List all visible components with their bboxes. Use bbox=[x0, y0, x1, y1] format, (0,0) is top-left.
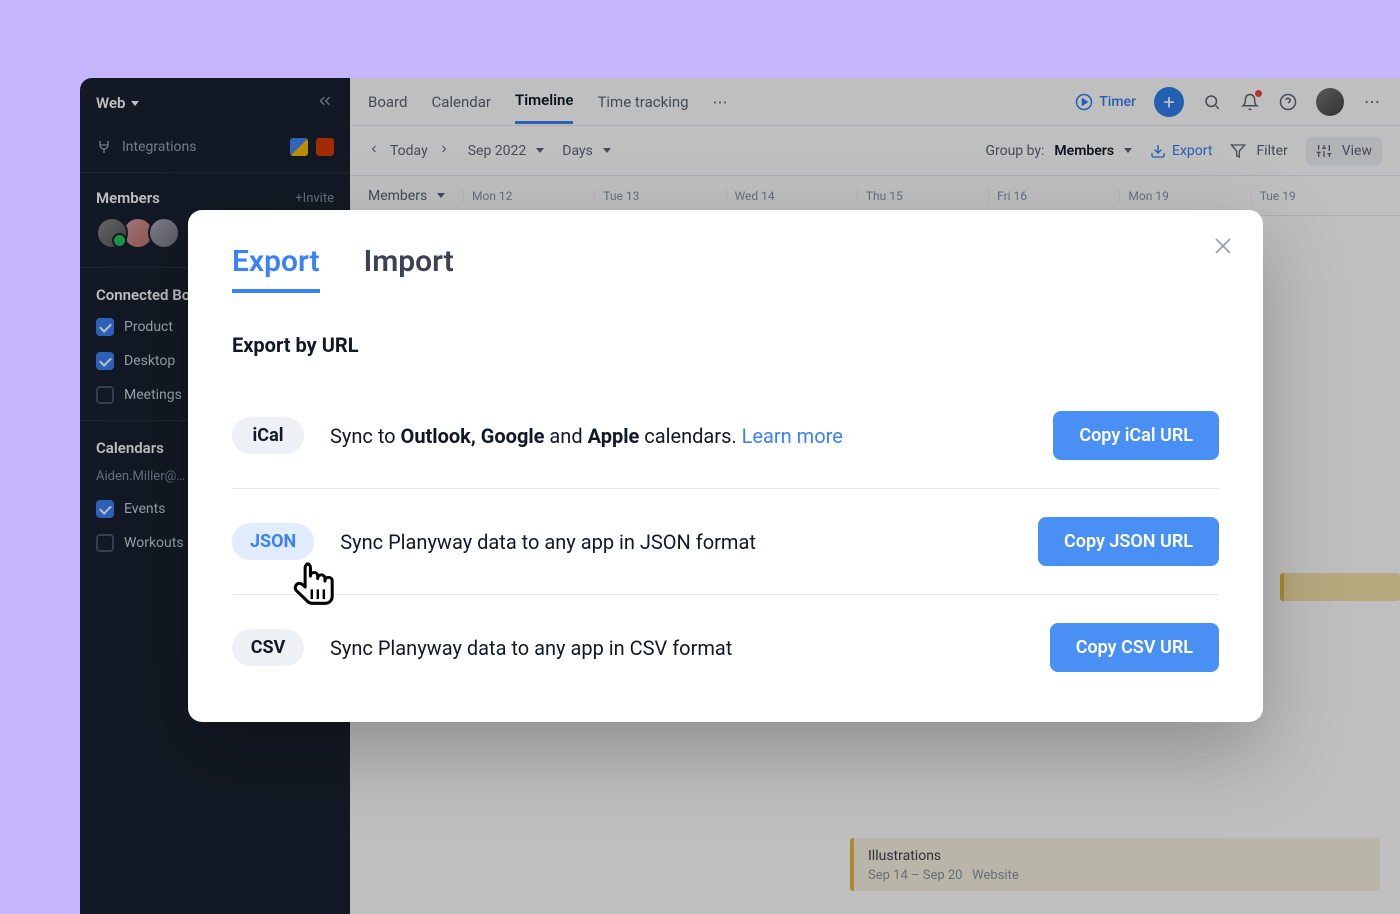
csv-description: Sync Planyway data to any app in CSV for… bbox=[330, 636, 1024, 660]
export-row-csv: CSV Sync Planyway data to any app in CSV… bbox=[232, 595, 1219, 672]
modal-tab-import[interactable]: Import bbox=[364, 244, 454, 293]
export-subtitle: Export by URL bbox=[232, 333, 1219, 357]
modal-tabs: Export Import bbox=[232, 244, 1219, 293]
json-description: Sync Planyway data to any app in JSON fo… bbox=[340, 530, 1012, 554]
copy-json-url-button[interactable]: Copy JSON URL bbox=[1038, 517, 1219, 566]
copy-ical-url-button[interactable]: Copy iCal URL bbox=[1053, 411, 1219, 460]
learn-more-link[interactable]: Learn more bbox=[742, 424, 843, 448]
csv-badge: CSV bbox=[232, 629, 304, 666]
ical-description: Sync to Outlook, Google and Apple calend… bbox=[330, 424, 1027, 448]
modal-tab-export[interactable]: Export bbox=[232, 244, 320, 293]
export-row-ical: iCal Sync to Outlook, Google and Apple c… bbox=[232, 383, 1219, 489]
close-button[interactable] bbox=[1209, 232, 1237, 260]
export-row-json: JSON Sync Planyway data to any app in JS… bbox=[232, 489, 1219, 595]
export-import-modal: Export Import Export by URL iCal Sync to… bbox=[188, 210, 1263, 722]
json-badge: JSON bbox=[232, 523, 314, 560]
ical-badge: iCal bbox=[232, 417, 304, 454]
copy-csv-url-button[interactable]: Copy CSV URL bbox=[1050, 623, 1219, 672]
close-icon bbox=[1209, 232, 1237, 260]
